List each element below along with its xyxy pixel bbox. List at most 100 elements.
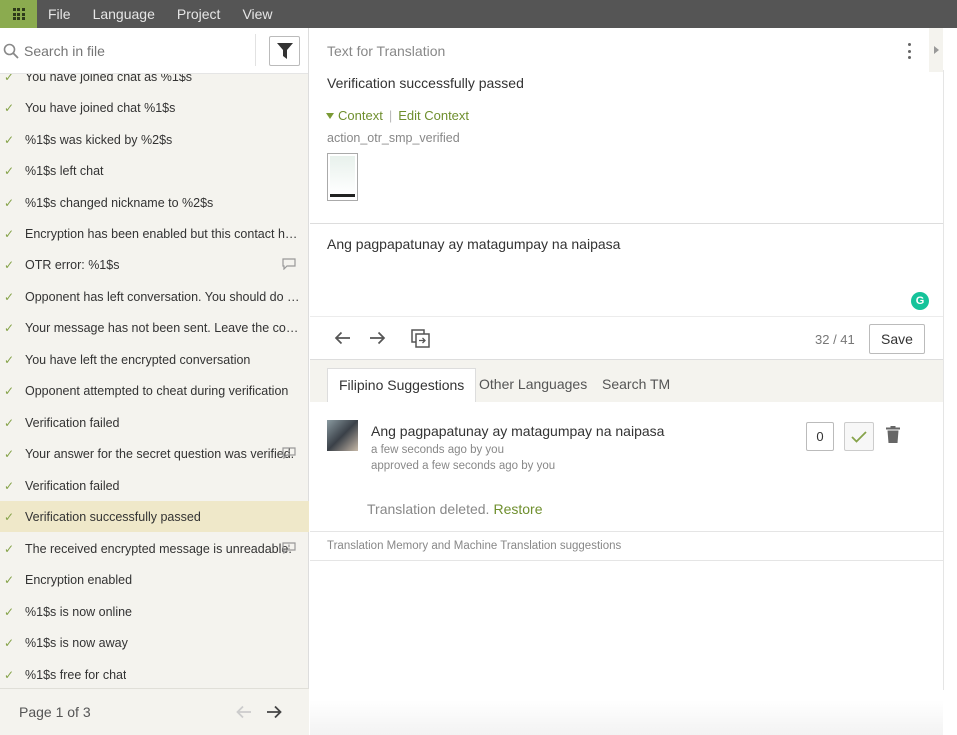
collapse-right-panel-handle[interactable] — [929, 28, 943, 72]
tm-suggestions-label: Translation Memory and Machine Translati… — [327, 540, 622, 552]
list-item[interactable]: ✓ Your answer for the secret question was… — [0, 438, 309, 469]
check-icon: ✓ — [4, 572, 15, 587]
list-item[interactable]: ✓ %1$s is now online — [0, 596, 309, 627]
check-icon: ✓ — [4, 163, 15, 178]
context-toggle[interactable]: Context — [338, 108, 383, 123]
check-icon: ✓ — [4, 509, 15, 524]
check-icon: ✓ — [4, 478, 15, 493]
translation-editor[interactable]: Ang pagpapatunay ay matagumpay na naipas… — [310, 223, 943, 316]
context-row: Context | Edit Context — [326, 108, 469, 123]
panel-bottom — [310, 700, 943, 735]
page-indicator: Page 1 of 3 — [19, 704, 91, 720]
list-item[interactable]: ✓ %1$s was kicked by %2$s — [0, 124, 309, 155]
source-string: Verification successfully passed — [327, 75, 524, 91]
caret-right-icon — [933, 46, 939, 54]
apps-grid-button[interactable] — [0, 0, 37, 28]
menu-project[interactable]: Project — [166, 0, 232, 28]
list-item[interactable]: ✓ You have joined chat as %1$s — [0, 74, 309, 92]
comment-alert-icon[interactable] — [282, 542, 296, 554]
check-icon: ✓ — [4, 667, 15, 682]
check-icon: ✓ — [4, 446, 15, 461]
right-panel-strip — [943, 70, 957, 690]
strings-list: ✓ You have joined chat as %1$s ✓ You have … — [0, 74, 309, 688]
suggestion-text: Ang pagpapatunay ay matagumpay na naipas… — [371, 423, 665, 439]
list-item[interactable]: ✓ %1$s changed nickname to %2$s — [0, 187, 309, 218]
more-options-icon[interactable] — [905, 43, 913, 59]
list-item[interactable]: ✓ %1$s is now away — [0, 627, 309, 658]
menu-language[interactable]: Language — [82, 0, 166, 28]
trash-icon[interactable] — [886, 426, 900, 443]
check-icon: ✓ — [4, 100, 15, 115]
vote-count: 0 — [806, 422, 834, 451]
check-icon: ✓ — [4, 415, 15, 430]
search-divider — [255, 34, 256, 66]
menu-file[interactable]: File — [37, 0, 82, 28]
copy-source-icon[interactable] — [411, 329, 430, 348]
strings-sidebar: ✓You have joined chat as %1$s ✓You have … — [0, 28, 309, 735]
list-item[interactable]: ✓ Verification failed — [0, 470, 309, 501]
screenshot-nav-bar — [330, 194, 355, 197]
menu-bar: File Language Project View — [0, 0, 957, 28]
suggestion-author-time: a few seconds ago by you — [371, 444, 504, 456]
comment-alert-icon[interactable] — [282, 447, 296, 459]
list-item[interactable]: ✓ %1$s free for chat — [0, 659, 309, 688]
list-item[interactable]: ✓ Your message has not been sent. Leave t… — [0, 312, 309, 343]
list-item-selected[interactable]: ✓ Verification successfully passed — [0, 501, 309, 532]
edit-context-link[interactable]: Edit Context — [398, 108, 469, 123]
context-key: action_otr_smp_verified — [327, 131, 460, 145]
save-button[interactable]: Save — [869, 324, 925, 354]
translation-input[interactable]: Ang pagpapatunay ay matagumpay na naipas… — [327, 236, 620, 252]
editor-panel: Text for Translation Verification succes… — [310, 28, 943, 735]
editor-toolbar: 32 / 41 Save — [310, 316, 943, 360]
restore-link[interactable]: Restore — [493, 501, 542, 517]
search-input[interactable] — [24, 42, 244, 59]
check-icon: ✓ — [4, 541, 15, 556]
tab-filipino-suggestions[interactable]: Filipino Suggestions — [327, 368, 477, 402]
list-item[interactable]: ✓ Encryption enabled — [0, 564, 309, 595]
screenshot-thumbnail[interactable] — [327, 153, 358, 201]
deleted-notice: Translation deleted. Restore — [367, 501, 543, 517]
pager: Page 1 of 3 — [0, 688, 309, 735]
list-item[interactable]: ✓ Encryption has been enabled but this co… — [0, 218, 309, 249]
arrow-left-icon[interactable] — [236, 705, 252, 719]
check-icon: ✓ — [4, 352, 15, 367]
list-item[interactable]: ✓ The received encrypted message is unrea… — [0, 533, 309, 564]
arrow-right-icon[interactable] — [266, 705, 282, 719]
menu-view[interactable]: View — [231, 0, 283, 28]
check-icon: ✓ — [4, 604, 15, 619]
tm-suggestions-header: Translation Memory and Machine Translati… — [310, 531, 943, 561]
list-item[interactable]: ✓ OTR error: %1$s — [0, 249, 309, 280]
arrow-right-icon[interactable] — [369, 331, 386, 345]
source-title: Text for Translation — [327, 43, 446, 59]
check-icon: ✓ — [4, 257, 15, 272]
approve-button[interactable] — [844, 422, 874, 451]
check-icon — [851, 430, 867, 443]
screenshot-preview — [330, 156, 355, 194]
comment-icon[interactable] — [282, 258, 296, 270]
search-icon — [3, 43, 19, 59]
grammarly-icon[interactable]: G — [911, 292, 929, 310]
check-icon: ✓ — [4, 132, 15, 147]
list-item[interactable]: ✓ You have left the encrypted conversatio… — [0, 344, 309, 375]
list-item[interactable]: ✓ You have joined chat %1$s — [0, 92, 309, 123]
suggestion-approval-time: approved a few seconds ago by you — [371, 460, 556, 472]
check-icon: ✓ — [4, 635, 15, 650]
list-item[interactable]: ✓ Opponent attempted to cheat during veri… — [0, 375, 309, 406]
character-counter: 32 / 41 — [815, 332, 855, 347]
tab-other-languages[interactable]: Other Languages — [468, 368, 598, 402]
separator: | — [388, 108, 393, 123]
filter-button[interactable] — [269, 36, 300, 66]
check-icon: ✓ — [4, 320, 15, 335]
list-item[interactable]: ✓ Opponent has left conversation. You sho… — [0, 281, 309, 312]
search-bar — [0, 28, 308, 74]
check-icon: ✓ — [4, 74, 15, 84]
check-icon: ✓ — [4, 383, 15, 398]
check-icon: ✓ — [4, 289, 15, 304]
list-item[interactable]: ✓ Verification failed — [0, 407, 309, 438]
check-icon: ✓ — [4, 226, 15, 241]
arrow-left-icon[interactable] — [334, 331, 351, 345]
filter-icon — [276, 42, 293, 59]
list-item[interactable]: ✓ %1$s left chat — [0, 155, 309, 186]
tab-search-tm[interactable]: Search TM — [591, 368, 681, 402]
suggestion-tabs: Filipino Suggestions Other Languages Sea… — [310, 360, 943, 402]
